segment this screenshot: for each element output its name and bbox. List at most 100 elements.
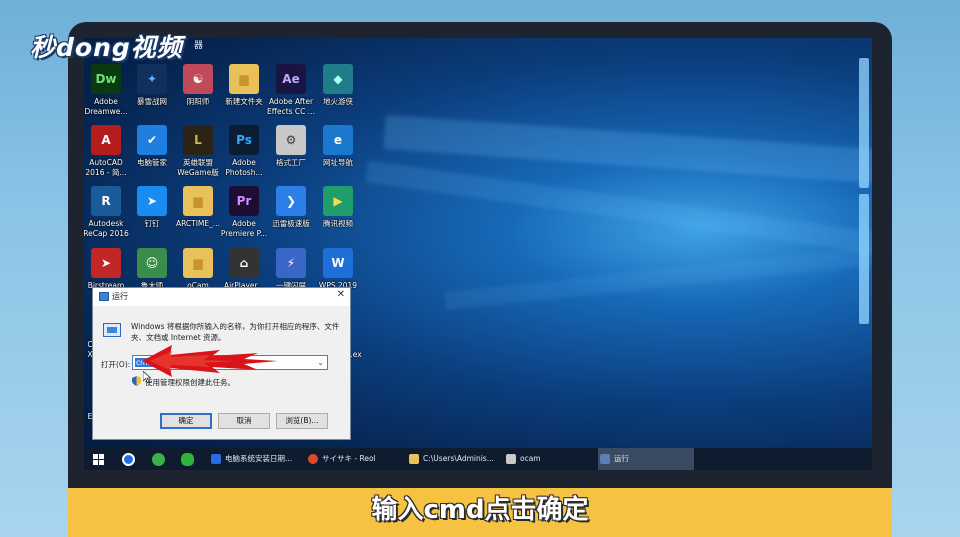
wallpaper-windows-logo [859,58,872,338]
wechat-icon[interactable] [181,453,194,466]
taskbar-item-ocam[interactable]: ocam [504,448,594,470]
wallpaper-beam [444,244,872,310]
desktop-icon[interactable]: Ps Adobe Photosh... [220,125,268,178]
desktop-icon-label: 腾讯视频 [323,219,353,228]
app-icon: ⚙ [276,125,306,155]
ocam-icon [506,454,516,464]
desktop-icon-label: Adobe Dreamwe... [84,97,128,116]
desktop-icon-label: 网址导航 [323,158,353,167]
app-icon: A [91,125,121,155]
taskbar-item-label: 运行 [614,454,629,463]
desktop-icon[interactable]: W WPS 2019 [314,248,362,291]
close-icon[interactable]: ✕ [337,289,345,300]
desktop-icon[interactable]: ▆ ARCTIME_... [174,186,222,229]
taskbar-item-run[interactable]: 运行 [598,448,694,470]
desktop-icon[interactable]: ⚙ 格式工厂 [267,125,315,168]
chevron-down-icon[interactable]: ⌄ [317,356,324,369]
desktop-icon-label: AutoCAD 2016 - 简... [85,158,127,177]
app-icon: ☺ [137,248,167,278]
desktop-icon[interactable]: ❯ 迅雷极速版 [267,186,315,229]
app-icon: R [91,186,121,216]
app-icon: L [183,125,213,155]
desktop-icon-label-partial: 器 [194,41,204,51]
app-icon: ❯ [276,186,306,216]
taskbar: 电脑系统安装日期... サイサキ - Reol C:\Users\Adminis… [84,448,872,470]
app-icon: ➤ [137,186,167,216]
desktop-icon[interactable]: A AutoCAD 2016 - 简... [84,125,130,178]
app-icon: ✦ [137,64,167,94]
app-green-icon[interactable] [152,453,165,466]
desktop-icon[interactable]: ▶ 腾讯视频 [314,186,362,229]
open-label: 打开(O): [101,360,131,369]
desktop-icon[interactable]: ▆ 新建文件夹 [220,64,268,107]
desktop-icon-label: 迅雷极速版 [272,219,310,228]
desktop-icon[interactable]: ✦ 暴雪战网 [128,64,176,107]
app-icon: ▶ [323,186,353,216]
desktop-icon-label: 暴雪战网 [137,97,167,106]
app-icon: ✔ [137,125,167,155]
cancel-button[interactable]: 取消 [218,413,270,429]
app-icon: ◆ [323,64,353,94]
dialog-title: 运行 [112,292,128,301]
taskbar-item-label: ocam [520,454,541,463]
folder-icon [409,454,419,464]
desktop-icon[interactable]: ⚡ 一键闪屏 [267,248,315,291]
app-icon: Ps [229,125,259,155]
music-icon [308,454,318,464]
desktop-icon[interactable]: ◆ 地火游侠 [314,64,362,107]
app-icon: Dw [91,64,121,94]
media-player-icon[interactable] [122,453,135,466]
watermark-logo: 秒dong视频 [30,33,183,62]
app-icon: ⚡ [276,248,306,278]
run-program-icon [103,323,121,337]
desktop-icon-label: Adobe Photosh... [225,158,263,177]
windows-start-icon[interactable] [93,454,104,465]
run-app-icon [99,292,109,301]
desktop-icon-label: Autodesk ReCap 2016 [84,219,129,238]
browse-button[interactable]: 浏览(B)... [276,413,328,429]
taskbar-item-label: C:\Users\Adminis... [423,454,494,463]
desktop-icon-label: 英雄联盟 WeGame版 [177,158,219,177]
app-icon: ▆ [183,186,213,216]
taskbar-item-label: 电脑系统安装日期... [225,454,293,463]
app-icon: ⌂ [229,248,259,278]
app-icon: ☯ [183,64,213,94]
mouse-cursor-icon [143,371,151,383]
taskbar-item-word[interactable]: 电脑系统安装日期... [209,448,305,470]
dialog-titlebar[interactable]: 运行 ✕ [93,288,350,306]
desktop-icon-label: ARCTIME_... [175,219,221,228]
desktop-icon[interactable]: Dw Adobe Dreamwe... [84,64,130,117]
taskbar-item-music[interactable]: サイサキ - Reol [306,448,402,470]
desktop-icon[interactable]: ☯ 阴阳师 [174,64,222,107]
app-icon: ➤ [91,248,121,278]
desktop-icon-label: 钉钉 [144,219,160,228]
desktop-icon[interactable]: ✔ 电脑管家 [128,125,176,168]
desktop-icon-label: 格式工厂 [276,158,306,167]
desktop-icon-label: Adobe After Effects CC ... [267,97,315,116]
desktop-icon-label: 地火游侠 [323,97,353,106]
desktop-icon[interactable]: ➤ 钉钉 [128,186,176,229]
desktop-icon[interactable]: Pr Adobe Premiere P... [220,186,268,239]
app-icon: Ae [276,64,306,94]
dialog-description: Windows 将根据你所输入的名称，为你打开相应的程序、文件夹、文档或 Int… [131,322,340,342]
app-icon: ▆ [183,248,213,278]
desktop-icon[interactable]: ⌂ AirPlayer... [220,248,268,291]
subtitle-caption: 输入cmd点击确定 [371,495,589,525]
taskbar-item-explorer[interactable]: C:\Users\Adminis... [407,448,503,470]
ok-button[interactable]: 确定 [160,413,212,429]
desktop-icon[interactable]: Ae Adobe After Effects CC ... [267,64,315,117]
desktop-icon[interactable]: R Autodesk ReCap 2016 [84,186,130,239]
app-icon: ▆ [229,64,259,94]
desktop-icon[interactable]: e 网址导航 [314,125,362,168]
desktop-icon[interactable]: ☺ 鲁大师 [128,248,176,291]
app-icon: e [323,125,353,155]
desktop-icon-label: Adobe Premiere P... [220,219,268,238]
desktop-icon-label: 阴阳师 [186,97,210,106]
desktop-icon[interactable]: ▆ oCam [174,248,222,291]
taskbar-item-label: サイサキ - Reol [322,454,376,463]
app-icon: Pr [229,186,259,216]
desktop-icon[interactable]: L 英雄联盟 WeGame版 [174,125,222,178]
app-icon: W [323,248,353,278]
word-icon [211,454,221,464]
desktop-icon-label: 电脑管家 [137,158,167,167]
